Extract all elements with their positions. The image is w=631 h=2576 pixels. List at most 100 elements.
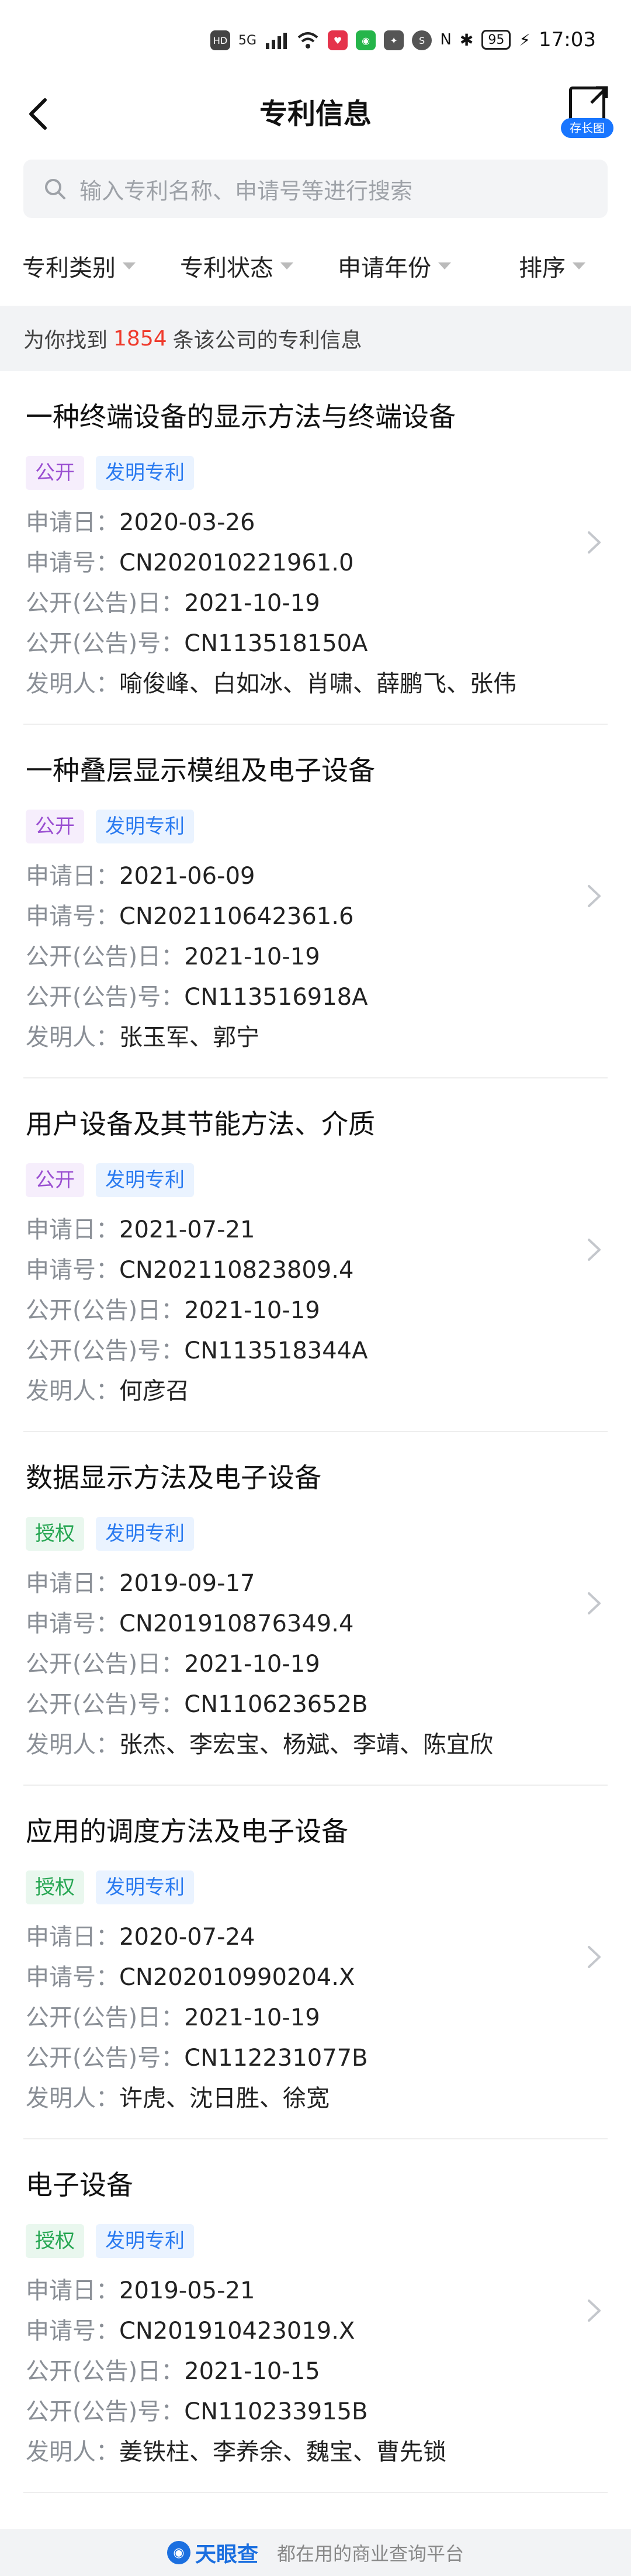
field-pub-date: 公开(公告)日：2021-10-19: [26, 2004, 320, 2031]
caret-down-icon: [573, 262, 585, 269]
field-inventors: 发明人：姜铁柱、李养余、魏宝、曹先锁: [26, 2439, 446, 2466]
chevron-right-icon: [588, 1946, 601, 1968]
chevron-right-icon: [588, 885, 601, 907]
patent-item[interactable]: 电子设备 授权 发明专利 申请日：2019-05-21 申请号：CN2019104…: [23, 2139, 608, 2493]
patent-title: 应用的调度方法及电子设备: [26, 1816, 348, 1847]
charging-icon: ⚡: [519, 30, 531, 50]
result-count-banner: 为你找到 1854 条该公司的专利信息: [0, 306, 631, 371]
field-pub-no: 公开(公告)号：CN112231077B: [26, 2045, 368, 2072]
soul-app-icon: S: [412, 30, 432, 50]
chevron-right-icon: [588, 1239, 601, 1261]
type-tag: 发明专利: [96, 456, 194, 490]
patent-fields: 申请日：2021-07-21 申请号：CN202110823809.4 公开(公告)…: [26, 1210, 367, 1412]
field-inventors: 发明人：许虎、沈日胜、徐宽: [26, 2085, 330, 2112]
status-bar: HD 5G ♥ ◉ ✦ S N ✱ 95 ⚡ 17:03: [0, 0, 631, 82]
type-tag: 发明专利: [96, 1163, 194, 1197]
patent-title: 用户设备及其节能方法、介质: [26, 1108, 375, 1140]
field-apply-date: 申请日：2019-05-21: [26, 2277, 255, 2304]
caret-down-icon: [280, 262, 293, 269]
status-tag: 授权: [26, 1870, 84, 1904]
field-inventors: 发明人：张杰、李宏宝、杨斌、李靖、陈宜欣: [26, 1731, 493, 1758]
clock: 17:03: [539, 28, 596, 51]
footer-slogan: 都在用的商业查询平台: [277, 2543, 464, 2565]
signal-icon: [266, 33, 287, 49]
patent-fields: 申请日：2020-03-26 申请号：CN202010221961.0 公开(公告)…: [26, 503, 516, 704]
type-tag: 发明专利: [96, 1517, 194, 1551]
status-tag: 公开: [26, 456, 84, 490]
field-inventors: 发明人：喻俊峰、白如冰、肖啸、薛鹏飞、张伟: [26, 670, 516, 697]
save-long-image-button[interactable]: 存长图: [561, 84, 613, 143]
type-tag: 发明专利: [96, 1870, 194, 1904]
battery-icon: 95: [481, 30, 511, 50]
patent-title: 一种终端设备的显示方法与终端设备: [26, 401, 456, 433]
type-tag: 发明专利: [96, 810, 194, 843]
filter-patent-status[interactable]: 专利状态: [158, 234, 316, 298]
patent-item[interactable]: 数据显示方法及电子设备 授权 发明专利 申请日：2019-09-17 申请号：CN…: [23, 1432, 608, 1786]
patent-list: 一种终端设备的显示方法与终端设备 公开 发明专利 申请日：2020-03-26 申…: [0, 371, 631, 2493]
patent-title: 电子设备: [26, 2169, 133, 2201]
field-pub-no: 公开(公告)号：CN113518344A: [26, 1337, 368, 1364]
patent-tags: 授权 发明专利: [26, 1870, 194, 1904]
nav-bar: 专利信息 存长图: [0, 82, 631, 146]
patent-tags: 公开 发明专利: [26, 810, 194, 843]
patent-item[interactable]: 一种终端设备的显示方法与终端设备 公开 发明专利 申请日：2020-03-26 申…: [23, 371, 608, 725]
filter-apply-year[interactable]: 申请年份: [316, 234, 473, 298]
field-inventors: 发明人：张玉军、郭宁: [26, 1024, 259, 1051]
type-tag: 发明专利: [96, 2224, 194, 2258]
field-apply-date: 申请日：2020-07-24: [26, 1924, 255, 1951]
field-pub-date: 公开(公告)日：2021-10-19: [26, 590, 320, 617]
caret-down-icon: [438, 262, 451, 269]
patent-tags: 授权 发明专利: [26, 2224, 194, 2258]
field-pub-date: 公开(公告)日：2021-10-19: [26, 1297, 320, 1324]
field-pub-date: 公开(公告)日：2021-10-19: [26, 943, 320, 970]
field-apply-no: 申请号：CN201910423019.X: [26, 2318, 355, 2345]
field-pub-no: 公开(公告)号：CN113516918A: [26, 984, 368, 1011]
field-apply-no: 申请号：CN202110642361.6: [26, 903, 354, 930]
patent-tags: 公开 发明专利: [26, 1163, 194, 1197]
patent-fields: 申请日：2021-06-09 申请号：CN202110642361.6 公开(公告)…: [26, 856, 367, 1058]
field-apply-no: 申请号：CN202110823809.4: [26, 1257, 354, 1284]
field-apply-date: 申请日：2020-03-26: [26, 509, 255, 536]
field-pub-no: 公开(公告)号：CN110233915B: [26, 2398, 368, 2425]
patent-item[interactable]: 用户设备及其节能方法、介质 公开 发明专利 申请日：2021-07-21 申请号：…: [23, 1078, 608, 1432]
field-pub-date: 公开(公告)日：2021-10-19: [26, 1651, 320, 1678]
status-notification-icons: HD 5G ♥ ◉ ✦ S: [210, 30, 432, 50]
patent-fields: 申请日：2019-05-21 申请号：CN201910423019.X 公开(公告)…: [26, 2271, 446, 2473]
status-tag: 授权: [26, 2224, 84, 2258]
footer: ◉ 天眼查 都在用的商业查询平台: [0, 2529, 631, 2576]
field-apply-date: 申请日：2021-06-09: [26, 863, 255, 890]
hd-icon: HD: [210, 30, 230, 50]
field-pub-no: 公开(公告)号：CN110623652B: [26, 1691, 368, 1718]
filter-patent-category[interactable]: 专利类别: [0, 234, 158, 298]
field-apply-date: 申请日：2019-09-17: [26, 1570, 255, 1597]
result-count: 1854: [113, 326, 167, 351]
wifi-icon: [297, 32, 318, 49]
status-right: N ✱ 95 ⚡ 17:03: [440, 28, 596, 51]
brand: ◉ 天眼查: [167, 2537, 258, 2568]
page-title: 专利信息: [259, 98, 372, 130]
patent-item[interactable]: 一种叠层显示模组及电子设备 公开 发明专利 申请日：2021-06-09 申请号：…: [23, 725, 608, 1078]
app-notification-icon: ♥: [328, 30, 348, 50]
patent-title: 数据显示方法及电子设备: [26, 1462, 321, 1493]
network-type: 5G: [238, 33, 257, 48]
caret-down-icon: [123, 262, 136, 269]
status-tag: 授权: [26, 1517, 84, 1551]
filter-sort[interactable]: 排序: [473, 234, 631, 298]
chevron-right-icon: [588, 1592, 601, 1614]
field-apply-no: 申请号：CN202010990204.X: [26, 1964, 355, 1991]
field-apply-date: 申请日：2021-07-21: [26, 1216, 255, 1243]
chevron-right-icon: [588, 531, 601, 554]
arrow-out-icon: [590, 86, 608, 104]
long-image-label: 存长图: [561, 118, 613, 138]
filter-bar: 专利类别 专利状态 申请年份 排序: [0, 234, 631, 298]
wechat-icon: ✦: [384, 30, 404, 50]
patent-item[interactable]: 应用的调度方法及电子设备 授权 发明专利 申请日：2020-07-24 申请号：C…: [23, 1786, 608, 2139]
patent-title: 一种叠层显示模组及电子设备: [26, 755, 375, 786]
search-placeholder: 输入专利名称、申请号等进行搜索: [79, 178, 413, 204]
search-input[interactable]: 输入专利名称、申请号等进行搜索: [23, 160, 608, 218]
patent-fields: 申请日：2019-09-17 申请号：CN201910876349.4 公开(公告)…: [26, 1564, 493, 1765]
message-icon: ◉: [356, 30, 376, 50]
field-pub-no: 公开(公告)号：CN113518150A: [26, 630, 368, 657]
patent-fields: 申请日：2020-07-24 申请号：CN202010990204.X 公开(公告)…: [26, 1917, 368, 2119]
chevron-right-icon: [588, 2300, 601, 2322]
